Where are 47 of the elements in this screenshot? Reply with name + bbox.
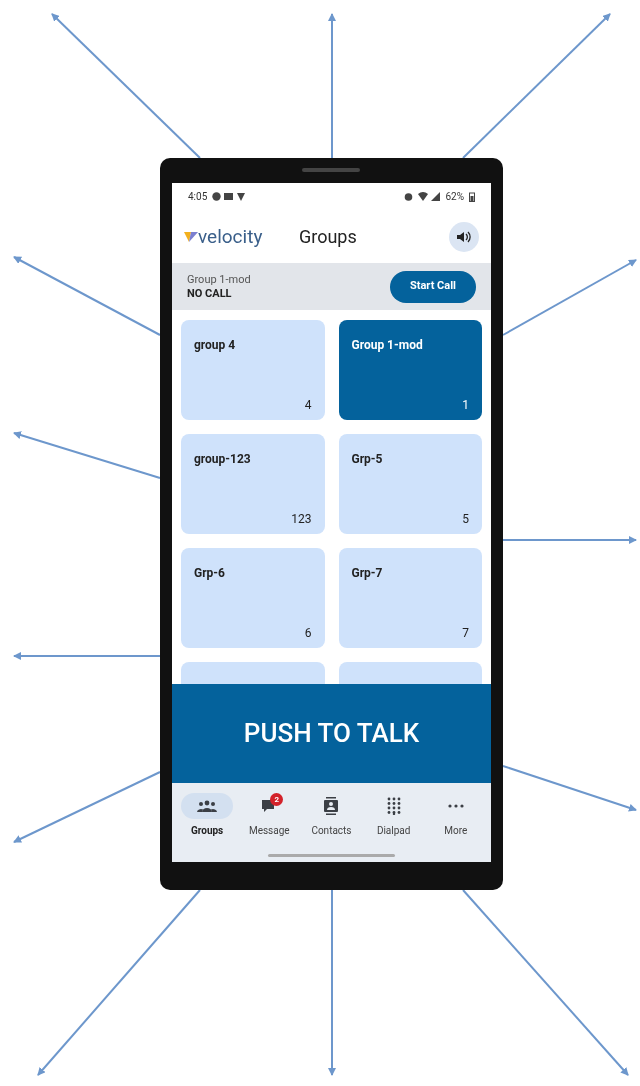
logo-mark-icon [184, 229, 198, 244]
unread-badge: 2 [270, 793, 284, 806]
nav-tab[interactable]: Dialpad [363, 793, 424, 838]
member-count: 4 [304, 397, 312, 414]
battery-percent: 62% [445, 190, 464, 204]
member-count: 6 [304, 625, 312, 642]
push-to-talk-button[interactable]: PUSH TO TALK [172, 684, 491, 783]
group-tile[interactable]: Grp-7 7 [338, 548, 482, 648]
group-name: group 4 [194, 337, 237, 354]
group-name: group-123 [194, 451, 252, 468]
speaker-slot [302, 168, 360, 172]
wifi-signal-icon [418, 192, 441, 201]
group-name: Group 1-mod [351, 337, 424, 354]
start-call-button[interactable]: Start Call [389, 270, 476, 303]
member-count: 5 [462, 511, 469, 528]
nav-tab[interactable]: Contacts [301, 793, 362, 838]
more-icon [447, 804, 464, 808]
screen-title: Groups [299, 225, 357, 249]
group-name: Grp-5 [351, 451, 384, 468]
logo-text: velocity [198, 227, 263, 246]
member-count: 123 [291, 511, 312, 528]
group-name: Grp-6 [194, 565, 226, 582]
nav-tab[interactable]: More [425, 793, 486, 838]
nav-label: Dialpad [376, 824, 411, 838]
nav-label: Message [248, 824, 290, 838]
member-count: 7 [462, 625, 469, 642]
group-tile[interactable]: Grp-6 6 [181, 548, 325, 648]
nav-tab[interactable]: Groups [177, 793, 238, 838]
status-time: 4:05 [188, 190, 208, 204]
group-tile[interactable]: Group 1-mod 1 [338, 320, 482, 420]
call-status: NO CALL [187, 286, 233, 301]
group-name: Grp-7 [351, 565, 384, 582]
dialpad-icon [386, 797, 401, 815]
nav-label: More [444, 824, 468, 838]
contact-card-icon [324, 797, 339, 815]
group-tile[interactable]: Grp-5 5 [338, 434, 482, 534]
nav-label: Contacts [311, 824, 352, 838]
speaker-button[interactable] [449, 221, 479, 252]
current-group-name: Group 1-mod [187, 272, 251, 287]
nav-label: Groups [190, 824, 224, 838]
speaker-icon [457, 230, 471, 243]
nav-tab[interactable]: 2 Message [239, 793, 300, 838]
notification-icons [212, 192, 247, 201]
member-count: 1 [462, 397, 469, 414]
battery-icon [469, 191, 475, 202]
people-icon [197, 800, 218, 812]
group-tile[interactable]: group-123 123 [181, 434, 325, 534]
